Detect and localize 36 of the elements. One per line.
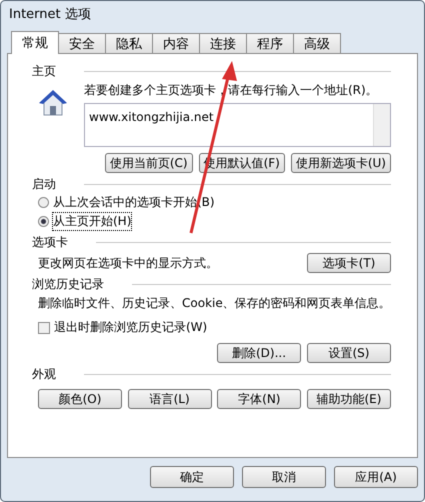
tabs-button[interactable]: 选项卡(T) bbox=[307, 253, 391, 273]
section-heading: 选项卡 bbox=[32, 234, 68, 250]
description-text: 更改网页在选项卡中的显示方式。 bbox=[38, 254, 218, 272]
appearance-button[interactable]: 辅助功能(E) bbox=[306, 389, 391, 409]
appearance-button[interactable]: 颜色(O) bbox=[38, 389, 122, 409]
history-button[interactable]: 删除(D)... bbox=[217, 343, 301, 363]
section-heading: 外观 bbox=[32, 366, 56, 382]
window-title: Internet 选项 bbox=[8, 6, 92, 24]
appearance-button[interactable]: 语言(L) bbox=[128, 389, 212, 409]
tab[interactable]: 内容 bbox=[152, 33, 200, 53]
homepage-button[interactable]: 使用当前页(C) bbox=[104, 153, 193, 173]
instruction-text: 若要创建多个主页选项卡，请在每行输入一个地址(R)。 bbox=[84, 82, 379, 99]
tab[interactable]: 程序 bbox=[246, 33, 294, 53]
section-heading: 浏览历史记录 bbox=[32, 276, 104, 292]
dialog-button[interactable]: 确定 bbox=[150, 466, 234, 488]
tab[interactable]: 连接 bbox=[199, 33, 247, 53]
description-text: 删除临时文件、历史记录、Cookie、保存的密码和网页表单信息。 bbox=[38, 295, 391, 312]
house-icon bbox=[38, 88, 68, 118]
checkbox-label[interactable]: 退出时删除浏览历史记录(W) bbox=[54, 319, 208, 336]
radio-label[interactable]: 从主页开始(H) bbox=[53, 213, 132, 230]
section-heading: 主页 bbox=[32, 62, 56, 80]
dialog-button[interactable]: 取消 bbox=[242, 466, 326, 488]
tab[interactable]: 隐私 bbox=[105, 33, 153, 53]
appearance-button[interactable]: 字体(N) bbox=[217, 389, 302, 409]
homepage-textarea[interactable]: www.xitongzhijia.net bbox=[84, 103, 391, 147]
homepage-button[interactable]: 使用新选项卡(U) bbox=[290, 153, 391, 173]
dialog-button[interactable]: 应用(A) bbox=[334, 466, 418, 488]
history-button[interactable]: 设置(S) bbox=[307, 343, 391, 363]
tab[interactable]: 安全 bbox=[58, 33, 106, 53]
scrollbar[interactable] bbox=[373, 104, 390, 146]
radio-button[interactable] bbox=[38, 197, 49, 208]
tab[interactable]: 高级 bbox=[293, 33, 341, 53]
tab[interactable]: 常规 bbox=[11, 31, 59, 54]
radio-button[interactable] bbox=[38, 216, 49, 227]
checkbox[interactable] bbox=[38, 322, 50, 334]
section-heading: 启动 bbox=[32, 176, 56, 192]
